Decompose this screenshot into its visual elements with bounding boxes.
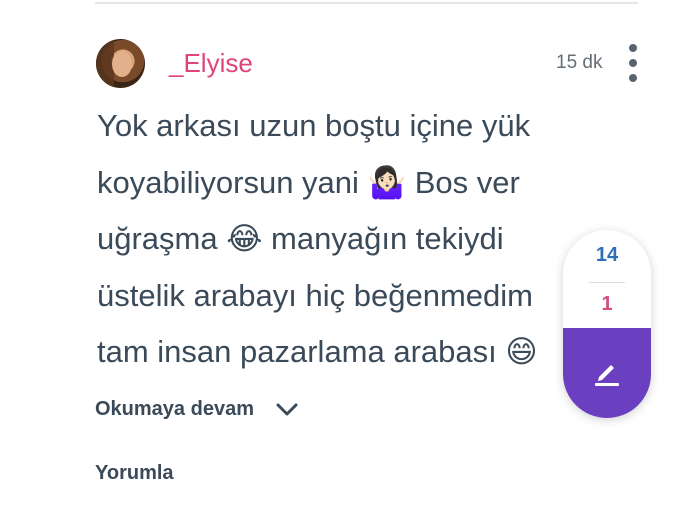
- more-vertical-icon: [629, 44, 637, 52]
- comment-button[interactable]: Yorumla: [95, 462, 174, 485]
- pencil-icon: [595, 365, 619, 386]
- read-more-button[interactable]: Okumaya devam: [95, 398, 298, 421]
- top-divider: [95, 2, 638, 4]
- downvote-count[interactable]: 1: [563, 293, 651, 316]
- write-entry-button[interactable]: [563, 328, 651, 418]
- vote-widget: 14 1: [563, 230, 651, 418]
- read-more-label: Okumaya devam: [95, 398, 254, 420]
- upvote-count[interactable]: 14: [563, 244, 651, 267]
- vote-divider: [589, 282, 625, 283]
- chevron-down-icon: [276, 403, 298, 415]
- more-options-button[interactable]: [624, 44, 642, 82]
- post-time: 15 dk: [556, 52, 603, 73]
- avatar[interactable]: [96, 39, 145, 88]
- username-link[interactable]: _Elyise: [169, 48, 253, 79]
